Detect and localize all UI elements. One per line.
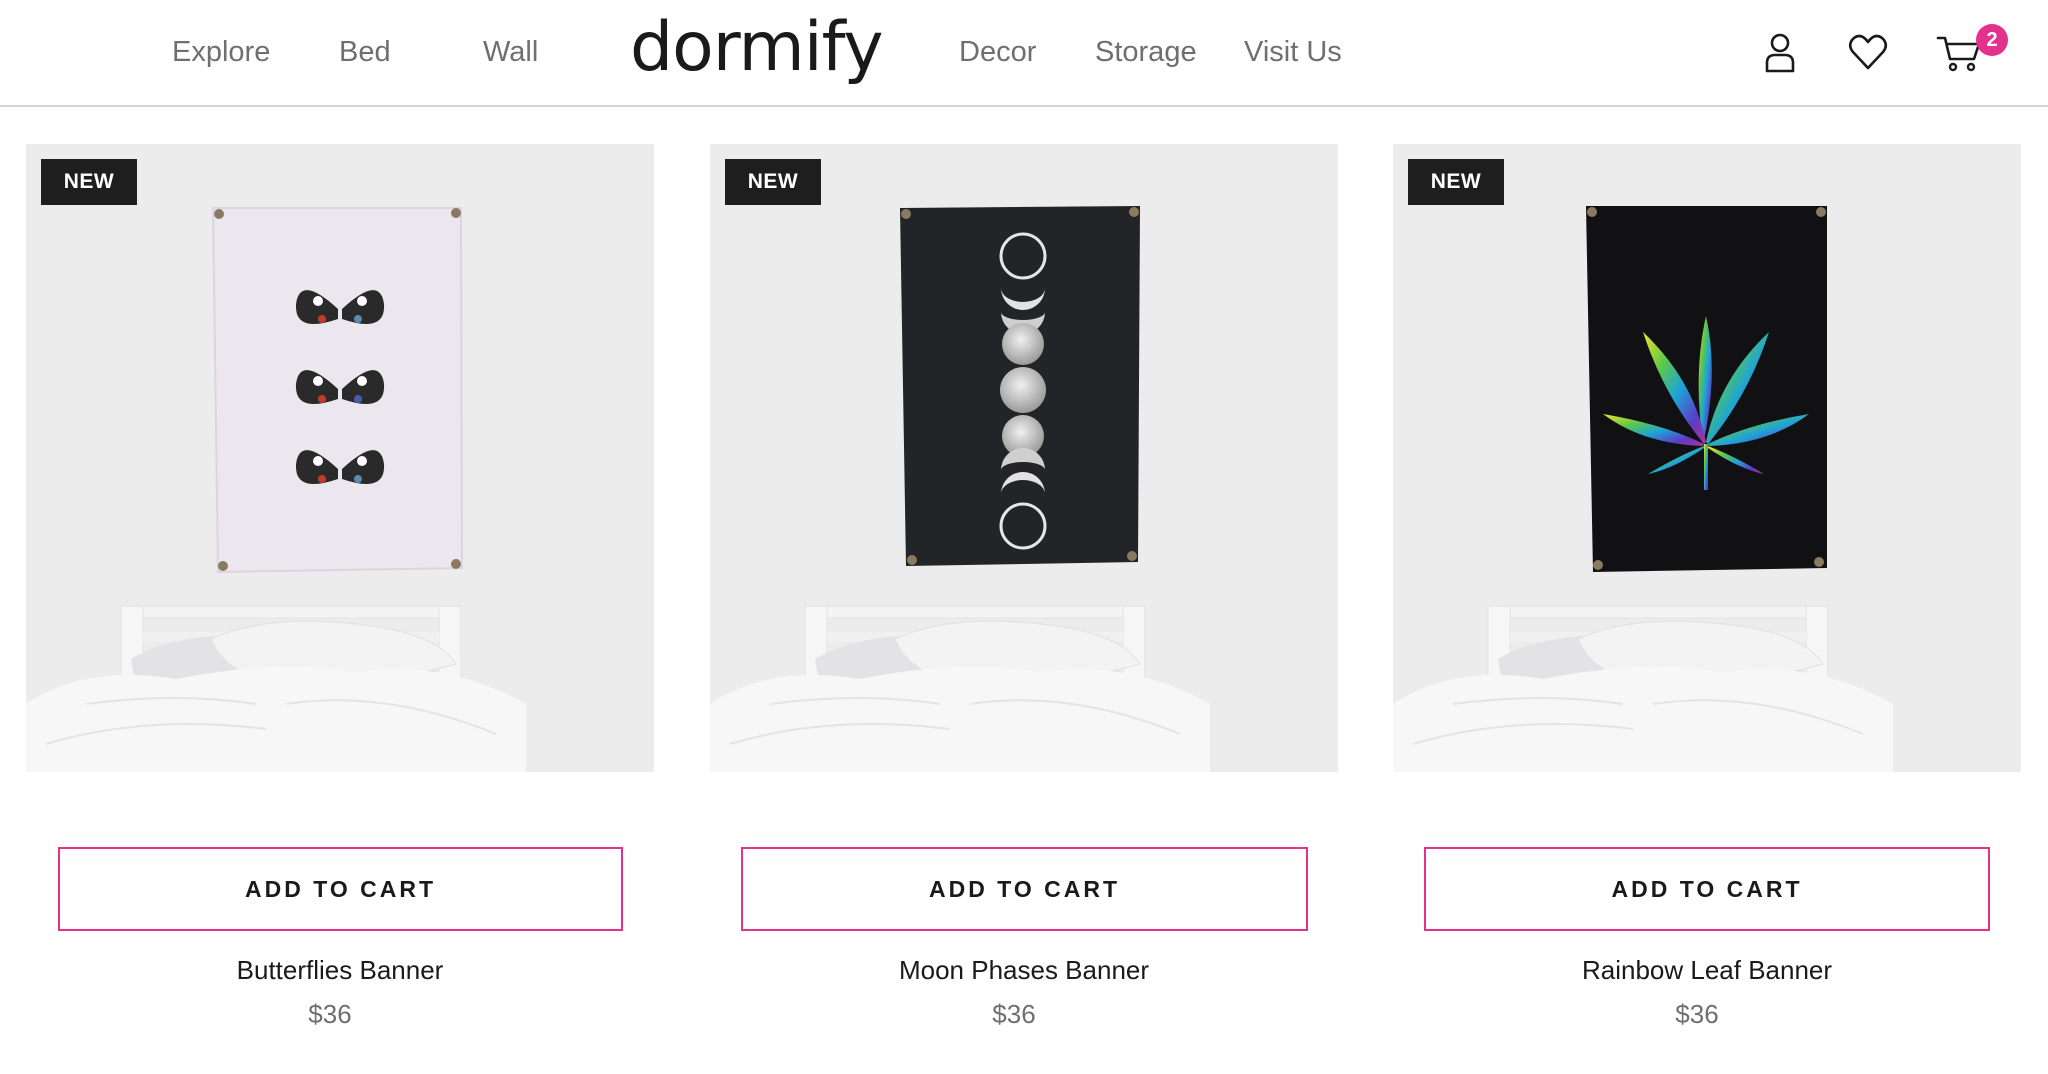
- product-price: $36: [992, 999, 1036, 1029]
- add-to-cart-button[interactable]: ADD TO CART: [741, 847, 1308, 931]
- new-badge: NEW: [1408, 159, 1504, 205]
- product-name[interactable]: Butterflies Banner: [26, 955, 654, 986]
- product-card: NEW ADD TO CART Rainbow Leaf Banner $36: [1393, 144, 2021, 1044]
- cart-count-badge: 2: [1976, 24, 2008, 56]
- nav-bed[interactable]: Bed: [339, 34, 391, 70]
- product-card: NEW ADD TO CART Butterflies Banner $36: [26, 144, 654, 1044]
- new-badge: NEW: [725, 159, 821, 205]
- add-to-cart-button[interactable]: ADD TO CART: [58, 847, 623, 931]
- add-to-cart-button[interactable]: ADD TO CART: [1424, 847, 1990, 931]
- heart-icon[interactable]: [1846, 30, 1890, 74]
- nav-visit-us[interactable]: Visit Us: [1244, 34, 1342, 70]
- nav-decor[interactable]: Decor: [959, 34, 1036, 70]
- site-header: Explore Bed Wall dormify Decor Storage V…: [0, 0, 2048, 107]
- site-logo[interactable]: dormify: [630, 8, 884, 88]
- user-icon[interactable]: [1758, 30, 1802, 74]
- nav-wall[interactable]: Wall: [483, 34, 538, 70]
- product-image[interactable]: NEW: [710, 144, 1338, 772]
- product-name[interactable]: Rainbow Leaf Banner: [1393, 955, 2021, 986]
- product-name[interactable]: Moon Phases Banner: [710, 955, 1338, 986]
- product-image[interactable]: NEW: [26, 144, 654, 772]
- product-image[interactable]: NEW: [1393, 144, 2021, 772]
- nav-storage[interactable]: Storage: [1095, 34, 1197, 70]
- new-badge: NEW: [41, 159, 137, 205]
- nav-explore[interactable]: Explore: [172, 34, 270, 70]
- product-price: $36: [308, 999, 352, 1029]
- product-price: $36: [1675, 999, 1719, 1029]
- product-card: NEW ADD TO CART Moon Phases Banner $36: [710, 144, 1338, 1044]
